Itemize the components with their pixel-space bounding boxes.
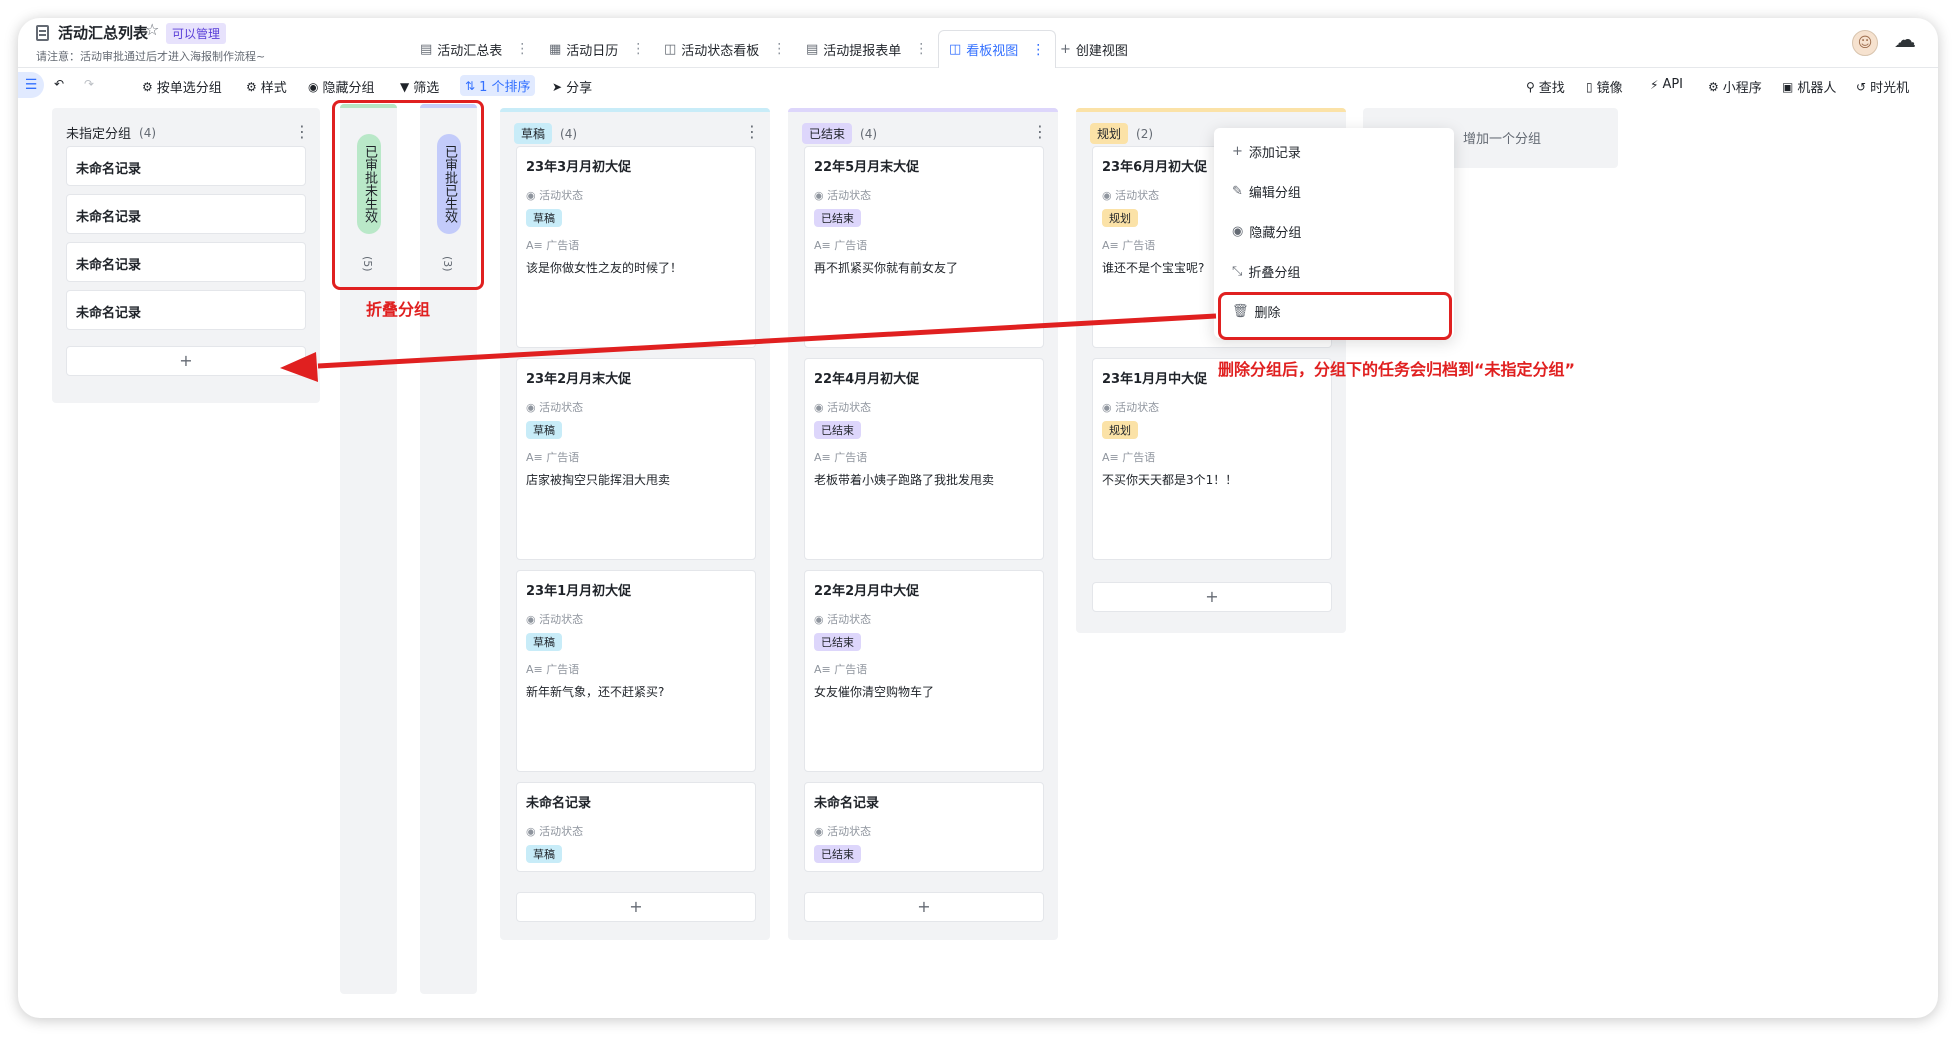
arrow-line: [317, 313, 1217, 369]
arrow-head: [280, 352, 318, 382]
annotation-arrow: [280, 313, 1217, 382]
app-window: 活动汇总列表 ☆ 可以管理 请注意：活动审批通过后才进入海报制作流程~ ▤ 活动汇…: [18, 18, 1938, 1018]
